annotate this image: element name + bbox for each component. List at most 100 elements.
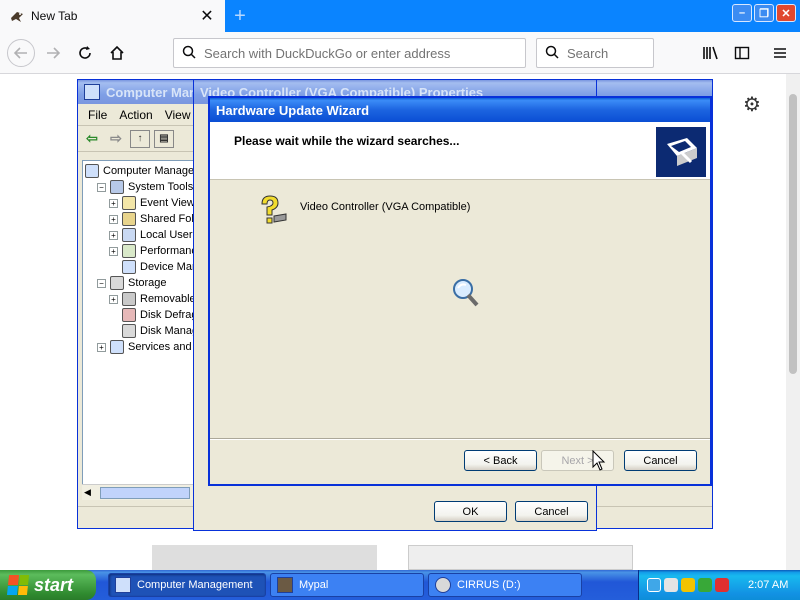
show-hide-tree-icon[interactable]: ▤ [154, 129, 174, 148]
tree-node[interactable]: + Shared Folders [85, 211, 196, 227]
security-shield-icon[interactable] [681, 578, 695, 592]
reload-icon[interactable] [72, 40, 98, 66]
back-arrow-icon[interactable] [7, 39, 35, 67]
hardware-update-wizard-window: Hardware Update Wizard Please wait while… [208, 96, 712, 486]
tree-node[interactable]: + Performance Logs and Alerts [85, 243, 196, 259]
taskbar-item-label: CIRRUS (D:) [457, 579, 521, 591]
home-icon[interactable] [104, 40, 130, 66]
unknown-device-icon [254, 194, 288, 228]
start-button[interactable]: start [0, 570, 96, 600]
cancel-button[interactable]: Cancel [515, 501, 588, 522]
tree-node-label: Services and Applications [128, 341, 196, 353]
tree-node[interactable]: + Local Users and Groups [85, 227, 196, 243]
browser-minimize-button[interactable]: – [732, 4, 752, 22]
menu-view[interactable]: View [159, 108, 197, 122]
tree-node[interactable]: − Storage [85, 275, 196, 291]
page-tile[interactable] [152, 545, 377, 570]
tree-node-label: Disk Management [140, 325, 197, 337]
update-icon[interactable] [698, 578, 712, 592]
tree-expander-icon[interactable]: + [109, 230, 118, 240]
safely-remove-hardware-icon[interactable] [664, 578, 678, 592]
up-folder-icon[interactable]: ↑ [130, 129, 150, 148]
system-tray: 2:07 AM [638, 570, 800, 600]
forward-arrow-icon[interactable]: ⇨ [106, 130, 126, 148]
tree-horizontal-scrollbar[interactable]: ◀ [82, 484, 197, 500]
menu-file[interactable]: File [82, 108, 113, 122]
ok-button[interactable]: OK [434, 501, 507, 522]
library-icon[interactable] [698, 40, 724, 66]
tree-node-icon [122, 228, 136, 242]
cancel-button[interactable]: Cancel [624, 450, 697, 471]
tree-node[interactable]: Device Manager [85, 259, 196, 275]
back-arrow-icon[interactable]: ⇦ [82, 130, 102, 148]
taskbar-item-label: Mypal [299, 579, 329, 591]
browser-navbar [0, 32, 800, 74]
tree-node[interactable]: Disk Defragmenter [85, 307, 196, 323]
menu-hamburger-icon[interactable] [767, 40, 793, 66]
browser-tabbar: New Tab ✕ + – ❐ ✕ [0, 0, 800, 32]
scrollbar-thumb[interactable] [100, 487, 190, 499]
new-tab-plus-icon[interactable]: + [228, 4, 252, 28]
tree-expander-icon[interactable]: + [109, 246, 118, 256]
tree-node-icon [122, 260, 136, 274]
tree-node-label: Removable Storage [140, 293, 196, 305]
wizard-titlebar[interactable]: Hardware Update Wizard [210, 98, 710, 122]
tree-node-icon [110, 340, 124, 354]
security-alert-icon[interactable] [715, 578, 729, 592]
page-tile[interactable] [408, 545, 633, 570]
url-input[interactable] [204, 45, 504, 61]
page-scrollbar[interactable] [786, 74, 800, 570]
computer-management-icon [115, 577, 131, 593]
search-bar[interactable] [536, 38, 654, 68]
tree-node-label: Shared Folders [140, 213, 196, 225]
tree-node[interactable]: Computer Management (Local) [85, 163, 196, 179]
page-settings-gear-icon[interactable]: ⚙ [741, 93, 763, 116]
tree-expander-icon[interactable]: − [97, 182, 106, 192]
scrollbar-thumb[interactable] [789, 94, 797, 374]
tree-node-icon [85, 164, 99, 178]
tree-node-label: Storage [128, 277, 167, 289]
forward-arrow-icon[interactable] [40, 40, 66, 66]
tree-node-icon [122, 244, 136, 258]
mypal-favicon-icon [9, 8, 25, 24]
taskbar-item-label: Computer Management [137, 579, 253, 591]
computer-icon [84, 84, 100, 100]
tree-node[interactable]: − System Tools [85, 179, 196, 195]
tree-node-label: Disk Defragmenter [140, 309, 197, 321]
taskbar-item-mypal[interactable]: Mypal [270, 573, 424, 597]
scroll-left-icon[interactable]: ◀ [84, 487, 91, 498]
tree-node-icon [122, 308, 136, 322]
tab-new-tab[interactable]: New Tab ✕ [0, 0, 225, 32]
tree-node[interactable]: + Event Viewer [85, 195, 196, 211]
tree-expander-icon[interactable]: − [97, 278, 106, 288]
network-icon[interactable] [647, 578, 661, 592]
tree-expander-icon[interactable]: + [109, 294, 118, 304]
taskbar-item-computer-management[interactable]: Computer Management [108, 573, 266, 597]
url-bar[interactable] [173, 38, 526, 68]
cd-drive-icon [435, 577, 451, 593]
wizard-header: Please wait while the wizard searches... [210, 122, 710, 180]
tree-node-label: System Tools [128, 181, 194, 193]
search-icon [182, 45, 196, 62]
tree-node[interactable]: + Removable Storage [85, 291, 196, 307]
tree-node-label: Device Manager [140, 261, 197, 273]
console-tree: Computer Management (Local) − System Tools… [82, 160, 197, 500]
tree-node[interactable]: + Services and Applications [85, 339, 196, 355]
clock: 2:07 AM [748, 579, 789, 591]
tree-expander-icon[interactable]: + [109, 198, 118, 208]
mouse-cursor-icon [592, 449, 606, 475]
browser-restore-button[interactable]: ❐ [754, 4, 774, 22]
sidebar-icon[interactable] [729, 40, 755, 66]
tree-node[interactable]: Disk Management [85, 323, 196, 339]
tree-node-label: Computer Management (Local) [103, 165, 196, 177]
tree-expander-icon[interactable]: + [109, 214, 118, 224]
back-button[interactable]: < Back [464, 450, 537, 471]
browser-close-button[interactable]: ✕ [776, 4, 796, 22]
windows-flag-icon [6, 575, 30, 595]
search-input[interactable] [567, 45, 647, 61]
tab-close-icon[interactable]: ✕ [195, 4, 219, 28]
tree-expander-icon[interactable]: + [97, 342, 106, 352]
taskbar-item-cirrus-drive[interactable]: CIRRUS (D:) [428, 573, 582, 597]
menu-action[interactable]: Action [113, 108, 158, 122]
searching-magnifier-icon [450, 276, 482, 308]
